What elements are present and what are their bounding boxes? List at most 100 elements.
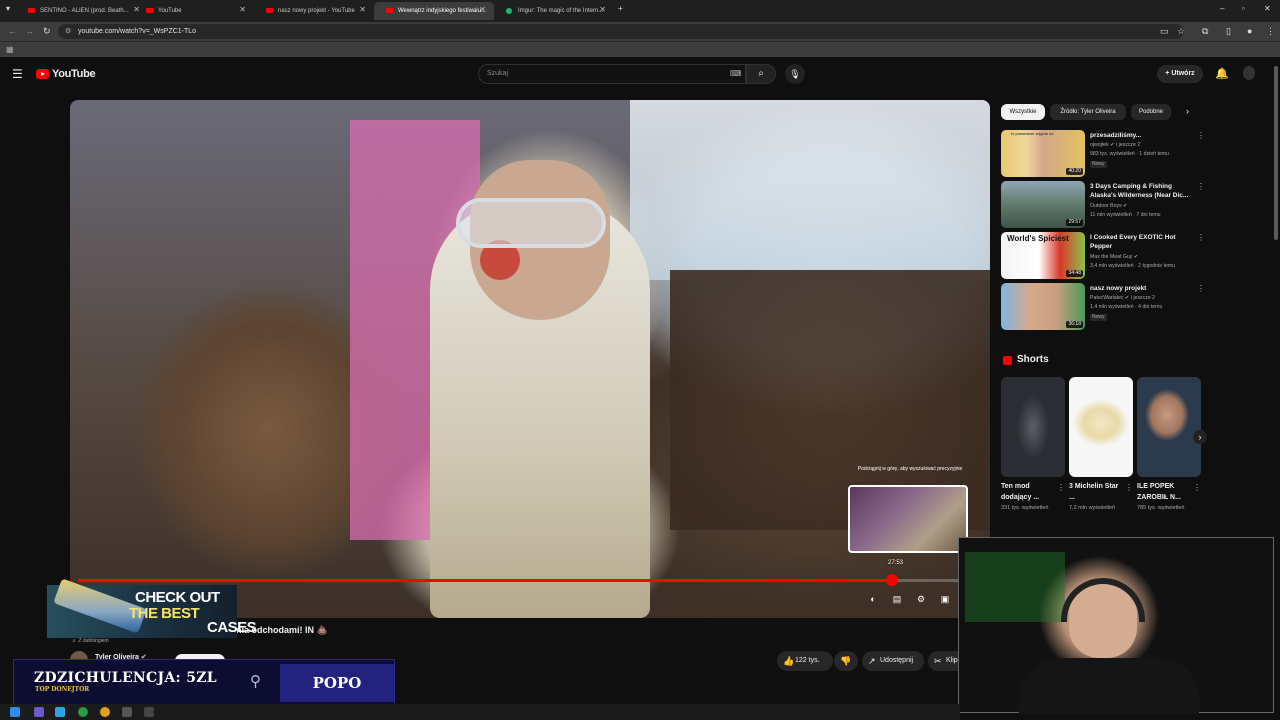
tab-search-icon[interactable]: ▾ bbox=[6, 4, 10, 13]
streamer-webcam bbox=[958, 537, 1274, 714]
short-thumbnail[interactable] bbox=[1069, 377, 1133, 477]
settings-icon[interactable] bbox=[122, 707, 132, 717]
site-info-icon[interactable]: ⚙ bbox=[65, 24, 71, 39]
recommendation-item[interactable]: 36:18 nasz nowy projekt PatecWariatec ✔ … bbox=[1001, 283, 1205, 331]
browser-icon[interactable] bbox=[100, 707, 110, 717]
cast-icon[interactable]: ▭ bbox=[1160, 26, 1169, 37]
shorts-next-icon[interactable]: › bbox=[1193, 430, 1207, 444]
close-tab-icon[interactable]: ✕ bbox=[479, 5, 486, 14]
telegram-icon[interactable] bbox=[55, 707, 65, 717]
hamburger-menu-icon[interactable]: ☰ bbox=[12, 67, 23, 81]
browser-tab[interactable]: YouTube ✕ bbox=[134, 2, 254, 20]
recommendation-channel: PatecWariatec ✔ i jeszcze 2 bbox=[1090, 295, 1155, 302]
chrome-icon[interactable] bbox=[78, 707, 88, 717]
new-tab-icon[interactable]: + bbox=[618, 4, 623, 13]
channel-text: Max the Meat Guy bbox=[1090, 254, 1133, 260]
new-badge: Nowy bbox=[1090, 161, 1107, 168]
recommendation-meta: 983 tys. wyświetleń · 1 dzień temu bbox=[1090, 151, 1170, 157]
browser-tab[interactable]: nasz nowy projekt - YouTube ✕ bbox=[254, 2, 374, 20]
chip-source[interactable]: Źródło: Tyler Oliveira bbox=[1050, 104, 1126, 120]
more-options-icon[interactable]: ⋮ bbox=[1197, 131, 1205, 140]
channel-text: PatecWariatec bbox=[1090, 295, 1124, 301]
recommendation-thumbnail[interactable]: to prawdziwe zdjęcia od 40:20 bbox=[1001, 130, 1085, 177]
subtitles-icon[interactable]: ▤ bbox=[891, 594, 903, 604]
bookmark-star-icon[interactable]: ☆ bbox=[1177, 26, 1185, 37]
extensions-icon[interactable]: ⧉ bbox=[1202, 26, 1208, 37]
create-button[interactable]: + Utwórz bbox=[1157, 65, 1203, 83]
search-button[interactable]: ⌕ bbox=[746, 64, 776, 84]
chip-all[interactable]: Wszystkie bbox=[1001, 104, 1045, 120]
page-scrollbar[interactable] bbox=[1274, 66, 1278, 240]
browser-tab-active[interactable]: Wewnątrz indyjskiego festiwalu... ✕ bbox=[374, 2, 494, 20]
reload-icon[interactable]: ↻ bbox=[43, 26, 51, 37]
app-icon[interactable] bbox=[34, 707, 44, 717]
recommendation-title: 3 Days Camping & Fishing Alaska's Wilder… bbox=[1090, 183, 1189, 199]
dislike-button[interactable]: 👎 bbox=[834, 651, 858, 671]
account-avatar[interactable] bbox=[1243, 66, 1255, 80]
progress-bar-played[interactable] bbox=[78, 579, 892, 582]
chip-similar[interactable]: Podobne bbox=[1131, 104, 1171, 120]
short-thumbnail[interactable] bbox=[1137, 377, 1201, 477]
close-tab-icon[interactable]: ✕ bbox=[359, 5, 366, 14]
share-button[interactable]: ↗ Udostępnij bbox=[862, 651, 924, 671]
progress-scrubber[interactable] bbox=[885, 574, 898, 586]
chips-next-icon[interactable]: › bbox=[1186, 106, 1189, 116]
youtube-logo[interactable]: YouTube bbox=[36, 68, 96, 80]
imgur-icon bbox=[506, 8, 512, 14]
short-thumbnail[interactable] bbox=[1001, 377, 1065, 477]
clip-button[interactable]: ✂ Klip bbox=[928, 651, 960, 671]
close-window-icon[interactable]: ✕ bbox=[1264, 4, 1271, 13]
short-item[interactable]: 3 Michelin Star ... 7,2 mln wyświetleń ⋮ bbox=[1069, 377, 1133, 511]
tab-title: Wewnątrz indyjskiego festiwalu... bbox=[398, 8, 486, 14]
seek-preview-thumbnail bbox=[848, 485, 968, 553]
video-duration: 34:48 bbox=[1066, 270, 1083, 277]
short-item[interactable]: Ten mod dodający ... 331 tys. wyświetleń… bbox=[1001, 377, 1065, 511]
video-player[interactable]: Podciągnij w górę, aby wyszukiwać precyz… bbox=[70, 100, 990, 618]
apps-grid-icon[interactable]: ▦ bbox=[6, 45, 14, 54]
recommendation-item[interactable]: to prawdziwe zdjęcia od 40:20 przesadzil… bbox=[1001, 130, 1205, 178]
maximize-icon[interactable]: ▫ bbox=[1242, 4, 1245, 13]
url-field[interactable]: ⚙ youtube.com/watch?v=_WsPZC1-TLo bbox=[58, 24, 1184, 39]
forward-icon[interactable]: → bbox=[25, 26, 34, 36]
start-icon[interactable] bbox=[10, 707, 20, 717]
miniplayer-icon[interactable]: ▣ bbox=[939, 594, 951, 604]
more-options-icon[interactable]: ⋮ bbox=[1125, 483, 1133, 492]
settings-gear-icon[interactable]: ⚙ bbox=[915, 594, 927, 604]
os-taskbar bbox=[0, 704, 960, 720]
recommendation-item[interactable]: World's Spiciest 34:48 I Cooked Every EX… bbox=[1001, 232, 1205, 280]
clip-label: Klip bbox=[946, 657, 958, 664]
more-options-icon[interactable]: ⋮ bbox=[1057, 483, 1065, 492]
youtube-icon bbox=[146, 8, 153, 13]
keyboard-icon[interactable]: ⌨ bbox=[730, 65, 742, 83]
close-tab-icon[interactable]: ✕ bbox=[239, 5, 246, 14]
short-item[interactable]: ILE POPEK ZAROBIŁ N... 785 tys. wyświetl… bbox=[1137, 377, 1201, 511]
like-button[interactable]: 👍 122 tys. bbox=[777, 651, 833, 671]
more-options-icon[interactable]: ⋮ bbox=[1197, 284, 1205, 293]
recommendation-thumbnail[interactable]: World's Spiciest 34:48 bbox=[1001, 232, 1085, 279]
short-title: 3 Michelin Star ... bbox=[1069, 483, 1119, 501]
create-label: Utwórz bbox=[1171, 70, 1195, 77]
notifications-bell-icon[interactable]: 🔔 bbox=[1215, 67, 1229, 80]
recommendation-item[interactable]: 29:57 3 Days Camping & Fishing Alaska's … bbox=[1001, 181, 1205, 229]
channel-extra: i jeszcze 2 bbox=[1116, 142, 1141, 148]
voice-search-button[interactable]: 🎙 bbox=[785, 64, 805, 84]
video-duration: 40:20 bbox=[1066, 168, 1083, 175]
close-tab-icon[interactable]: ✕ bbox=[599, 5, 606, 14]
sidebar-icon[interactable]: ▯ bbox=[1226, 26, 1231, 37]
minimize-icon[interactable]: – bbox=[1220, 4, 1224, 13]
app-icon[interactable] bbox=[144, 707, 154, 717]
search-input[interactable]: Szukaj ⌨ bbox=[478, 64, 746, 84]
more-options-icon[interactable]: ⋮ bbox=[1197, 233, 1205, 242]
more-options-icon[interactable]: ⋮ bbox=[1197, 182, 1205, 191]
recommendation-thumbnail[interactable]: 29:57 bbox=[1001, 181, 1085, 228]
back-icon[interactable]: ← bbox=[8, 26, 17, 36]
browser-tab[interactable]: Imgur: The magic of the Intern... ✕ bbox=[494, 2, 614, 20]
more-options-icon[interactable]: ⋮ bbox=[1193, 483, 1201, 492]
recommendation-thumbnail[interactable]: 36:18 bbox=[1001, 283, 1085, 330]
recommendation-channel: Max the Meat Guy ✔ bbox=[1090, 254, 1138, 261]
autoplay-toggle-icon[interactable]: ◐ bbox=[867, 594, 879, 604]
browser-tab[interactable]: SENTINO - ALIEN (prod. Beath... ✕ bbox=[16, 2, 148, 20]
profile-icon[interactable]: ● bbox=[1247, 26, 1252, 36]
youtube-icon bbox=[28, 8, 35, 13]
menu-dots-icon[interactable]: ⋮ bbox=[1266, 26, 1275, 37]
